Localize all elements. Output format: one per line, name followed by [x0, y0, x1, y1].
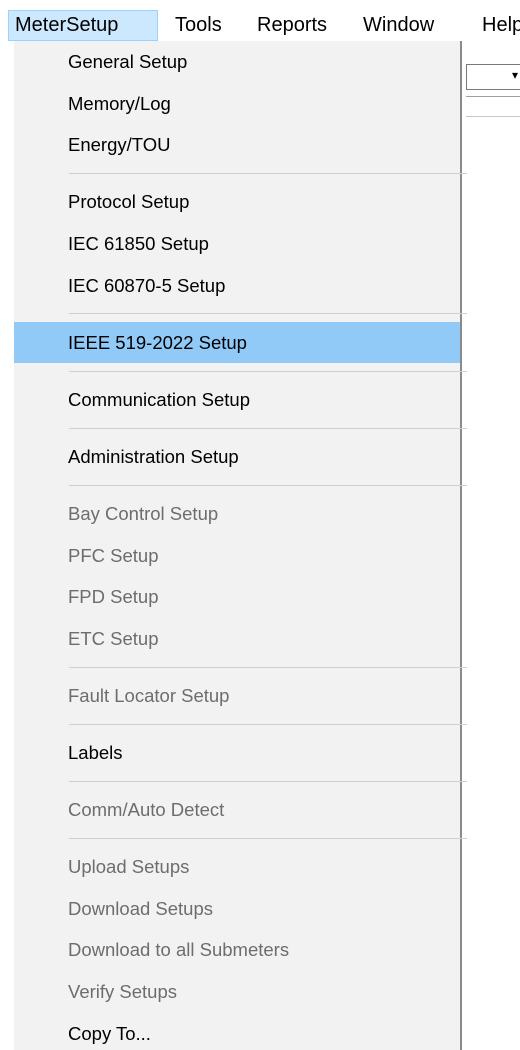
menu-separator — [69, 173, 467, 175]
menu-item-copy-to[interactable]: Copy To... — [14, 1013, 460, 1050]
menu-separator — [69, 723, 467, 725]
menu-separator — [69, 666, 467, 668]
menu-separator — [69, 484, 467, 486]
menu-item-labels[interactable]: Labels — [14, 732, 460, 774]
menu-help[interactable]: Help — [482, 10, 520, 41]
menu-separator — [69, 780, 467, 782]
background-divider — [466, 116, 520, 117]
menu-item-fpd-setup: FPD Setup — [68, 586, 159, 608]
menu-separator — [69, 313, 467, 315]
menu-item-ieee-519-2022-setup[interactable]: IEEE 519-2022 Setup — [14, 321, 460, 364]
menu-item-administration-setup[interactable]: Administration Setup — [14, 436, 460, 478]
menu-item-general-setup[interactable]: General Setup — [14, 41, 460, 83]
menu-item-comm-auto-detect: Comm/Auto Detect — [68, 799, 225, 820]
menu-tools[interactable]: Tools — [175, 10, 222, 41]
menu-item-bay-control-setup: Bay Control Setup — [68, 502, 219, 524]
menu-item-download-setups: Download Setups — [68, 897, 214, 919]
menu-window[interactable]: Window — [363, 10, 434, 41]
menu-item-memory-log[interactable]: Memory/Log — [14, 83, 460, 125]
menu-separator — [69, 427, 467, 429]
menu-item-fault-locator-setup: Fault Locator Setup — [68, 684, 230, 706]
menu-item-iec-60870-5-setup[interactable]: IEC 60870-5 Setup — [14, 265, 460, 307]
menu-separator — [69, 837, 467, 839]
menu-item-energy-tou[interactable]: Energy/TOU — [14, 124, 460, 166]
menu-item-iec-61850-setup[interactable]: IEC 61850 Setup — [14, 223, 460, 265]
menu-item-download-to-all-submeters: Download to all Submeters — [68, 939, 290, 961]
metersetup-dropdown-menu: General Setup Memory/Log Energy/TOU Protoco… — [14, 41, 467, 1050]
chevron-down-icon: ▾ — [512, 68, 519, 82]
menu-item-protocol-setup[interactable]: Protocol Setup — [14, 181, 460, 223]
menu-item-communication-setup[interactable]: Communication Setup — [14, 379, 460, 421]
menu-item-pfc-setup: PFC Setup — [68, 544, 159, 566]
menu-item-upload-setups: Upload Setups — [68, 856, 190, 878]
menu-item-etc-setup: ETC Setup — [68, 627, 159, 649]
menu-item-verify-setups: Verify Setups — [68, 980, 178, 1002]
background-divider — [466, 96, 520, 97]
menu-separator — [69, 370, 467, 372]
menu-reports[interactable]: Reports — [257, 10, 327, 41]
menu-metersetup[interactable]: MeterSetup — [8, 10, 158, 41]
